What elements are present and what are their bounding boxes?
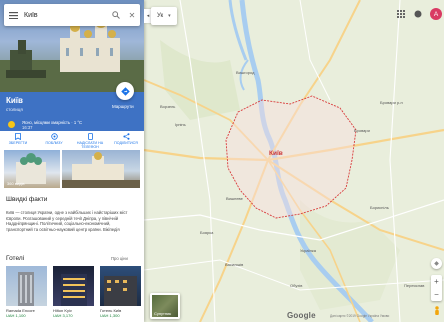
- photo-city[interactable]: [62, 150, 140, 188]
- directions-button[interactable]: [116, 82, 134, 100]
- notifications-icon[interactable]: [413, 9, 423, 19]
- action-buttons: Зберегти Поблизу Надіслати на телефон По…: [0, 133, 144, 151]
- share-label: Поділитися: [114, 141, 138, 145]
- chevron-left-icon: ◂: [146, 13, 150, 19]
- save-label: Зберегти: [8, 141, 28, 145]
- search-bar: Київ ✕: [4, 4, 140, 26]
- account-controls: A: [396, 8, 442, 20]
- hotel-price: UAH 3,170: [53, 313, 73, 318]
- city-label: Бориспіль: [370, 205, 389, 210]
- apps-grid-icon[interactable]: [396, 9, 406, 19]
- city-label: Ворзель: [160, 104, 176, 109]
- photo-label: 360 видів: [7, 181, 25, 186]
- close-icon[interactable]: ✕: [124, 4, 140, 26]
- weather-time: 16:37: [22, 125, 33, 130]
- hotel-price: UAH 1,100: [6, 313, 26, 318]
- map-city-label-kyiv[interactable]: Київ: [269, 150, 283, 157]
- zoom-controls: + −: [431, 275, 442, 301]
- city-label: Бровари р-н: [380, 100, 403, 105]
- google-logo: Google: [287, 311, 316, 320]
- layer-select-label: Ук: [157, 13, 164, 19]
- compass-icon[interactable]: ◆: [431, 258, 442, 269]
- quick-facts-text: Київ — столиця України, одне з найбільши…: [6, 210, 128, 232]
- sun-icon: [8, 121, 15, 128]
- share-button[interactable]: Поділитися: [108, 133, 144, 151]
- city-label: Вишгород: [236, 70, 255, 75]
- zoom-out-button[interactable]: −: [431, 288, 442, 301]
- city-label: Обухів: [290, 283, 303, 288]
- city-label: Вишневе: [226, 196, 243, 201]
- weather-row: Ясно, місцями хмарність · 1 °C 16:37: [0, 118, 144, 131]
- share-icon: [122, 133, 130, 141]
- city-label: Бровари: [354, 128, 370, 133]
- hotel-prices-link[interactable]: Про ціни: [111, 256, 128, 261]
- pegman-icon[interactable]: [432, 304, 442, 318]
- avatar[interactable]: A: [430, 8, 442, 20]
- send-to-phone-button[interactable]: Надіслати на телефон: [72, 133, 108, 151]
- place-header: Київ столиця Маршрути: [0, 82, 144, 118]
- save-button[interactable]: Зберегти: [0, 133, 36, 151]
- city-label: Ірпінь: [175, 122, 186, 127]
- hotel-list: Ramada Encore UAH 1,100 Hilton Kyiv UAH …: [6, 266, 142, 318]
- chevron-down-icon: ▾: [168, 13, 171, 19]
- hotel-card[interactable]: Готель Київ UAH 1,300: [100, 266, 141, 318]
- zoom-in-button[interactable]: +: [431, 275, 442, 288]
- menu-icon[interactable]: [4, 4, 22, 26]
- nearby-button[interactable]: Поблизу: [36, 133, 72, 151]
- search-input[interactable]: Київ: [22, 12, 108, 19]
- send-to-phone-label: Надіслати на телефон: [76, 141, 104, 149]
- nearby-icon: [50, 133, 58, 141]
- place-subtitle: столиця: [6, 107, 23, 112]
- hotel-price: UAH 1,300: [100, 313, 120, 318]
- nearby-label: Поблизу: [45, 141, 63, 145]
- photo-strip: 360 видів: [4, 150, 140, 188]
- place-title: Київ: [6, 96, 23, 105]
- hotel-card[interactable]: Hilton Kyiv UAH 3,170: [53, 266, 94, 318]
- satellite-layer-toggle[interactable]: Супутник: [150, 293, 180, 319]
- search-icon[interactable]: [108, 4, 124, 26]
- phone-icon: [87, 133, 93, 141]
- place-panel: Київ ✕ Київ столиця Маршрути Ясно, місця…: [0, 0, 144, 322]
- hotel-photo: [100, 266, 141, 306]
- map-layer-select[interactable]: Ук ▾: [151, 7, 177, 25]
- city-label: Боярка: [200, 230, 214, 235]
- directions-label: Маршрути: [112, 104, 134, 109]
- hotel-photo: [6, 266, 47, 306]
- city-label: Українка: [300, 248, 316, 253]
- bookmark-icon: [15, 133, 21, 141]
- hotels-title: Готелі: [6, 255, 25, 262]
- quick-facts-title: Швидкі факти: [6, 196, 48, 203]
- satellite-label: Супутник: [154, 311, 172, 316]
- hotel-card[interactable]: Ramada Encore UAH 1,100: [6, 266, 47, 318]
- map-footer: Дані карти ©2019 Google Україна Умови: [330, 314, 390, 318]
- hotel-photo: [53, 266, 94, 306]
- city-label: Васильків: [225, 262, 244, 267]
- photo-360[interactable]: 360 видів: [4, 150, 60, 188]
- city-label: Переяслав: [404, 283, 425, 288]
- directions-icon: [120, 86, 130, 96]
